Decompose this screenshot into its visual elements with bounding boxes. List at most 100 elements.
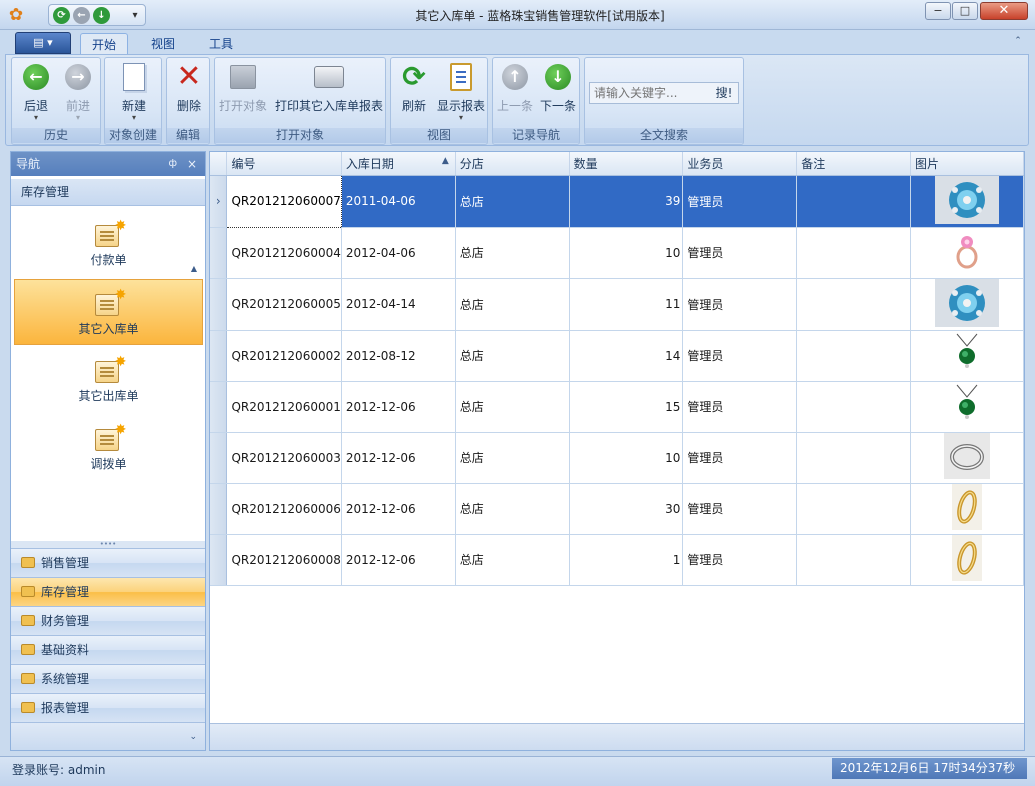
search-button[interactable]: 搜! — [712, 84, 736, 102]
download-quick-icon[interactable]: ↓ — [93, 7, 110, 24]
module-inventory[interactable]: 库存管理 — [11, 577, 205, 606]
cell-qty[interactable]: 39 — [569, 175, 684, 228]
cell-id[interactable]: QR201212060002 — [226, 330, 342, 382]
cell-qty[interactable]: 14 — [569, 330, 684, 382]
app-logo-icon[interactable]: ✿ — [6, 5, 26, 25]
table-row[interactable]: › QR201212060007 2011-04-06 总店 39 管理员 — [210, 174, 1024, 228]
column-header-note[interactable]: 备注 — [796, 152, 912, 176]
cell-date[interactable]: 2011-04-06 — [341, 175, 456, 228]
nav-item-other-inbound[interactable]: ✸ 其它入库单 — [14, 279, 203, 345]
cell-picture[interactable] — [910, 227, 1024, 279]
cell-staff[interactable]: 管理员 — [682, 483, 798, 535]
cell-id[interactable]: QR201212060003 — [226, 432, 342, 484]
table-row[interactable]: QR201212060004 2012-04-06 总店 10 管理员 — [210, 227, 1024, 279]
show-report-button[interactable]: 显示报表 ▾ — [435, 61, 487, 127]
module-basic-data[interactable]: 基础资料 — [11, 635, 205, 664]
cell-picture[interactable] — [910, 534, 1024, 586]
column-header-store[interactable]: 分店 — [455, 152, 570, 176]
customize-quick-icon[interactable]: ▾ — [129, 7, 141, 24]
tab-view[interactable]: 视图 — [140, 33, 186, 55]
column-header-id[interactable]: 编号 — [226, 152, 342, 176]
cell-store[interactable]: 总店 — [455, 278, 570, 331]
cell-note[interactable] — [796, 278, 912, 331]
cell-qty[interactable]: 1 — [569, 534, 684, 586]
cell-store[interactable]: 总店 — [455, 381, 570, 433]
nav-item-other-outbound[interactable]: ✸ 其它出库单 — [14, 347, 203, 413]
pin-icon[interactable]: ф — [168, 152, 177, 176]
cell-picture[interactable] — [910, 381, 1024, 433]
cell-staff[interactable]: 管理员 — [682, 227, 798, 279]
next-record-button[interactable]: ↓ 下一条 — [537, 61, 579, 127]
cell-staff[interactable]: 管理员 — [682, 534, 798, 586]
nav-splitter[interactable]: •••• — [11, 541, 205, 548]
cell-id[interactable]: QR201212060008 — [226, 534, 342, 586]
cell-date[interactable]: 2012-12-06 — [341, 534, 456, 586]
refresh-button[interactable]: ⟳ 刷新 — [395, 61, 433, 127]
new-button[interactable]: 新建 ▾ — [109, 61, 159, 127]
print-report-button[interactable]: 打印其它入库单报表 — [273, 61, 385, 127]
delete-button[interactable]: ✕ 删除 — [169, 61, 209, 127]
refresh-quick-icon[interactable]: ⟳ — [53, 7, 70, 24]
cell-note[interactable] — [796, 330, 912, 382]
cell-note[interactable] — [796, 432, 912, 484]
row-indicator[interactable] — [210, 278, 228, 331]
cell-id[interactable]: QR201212060004 — [226, 227, 342, 279]
cell-qty[interactable]: 11 — [569, 278, 684, 331]
cell-store[interactable]: 总店 — [455, 175, 570, 228]
cell-staff[interactable]: 管理员 — [682, 432, 798, 484]
cell-picture[interactable] — [910, 175, 1024, 228]
cell-id[interactable]: QR201212060001 — [226, 381, 342, 433]
cell-picture[interactable] — [910, 278, 1024, 331]
cell-staff[interactable]: 管理员 — [682, 330, 798, 382]
application-menu-button[interactable]: ▤ ▾ — [15, 32, 71, 54]
row-indicator[interactable] — [210, 227, 228, 279]
row-indicator[interactable] — [210, 330, 228, 382]
cell-picture[interactable] — [910, 330, 1024, 382]
row-indicator[interactable]: › — [210, 175, 228, 228]
cell-store[interactable]: 总店 — [455, 227, 570, 279]
column-header-date[interactable]: 入库日期 ▲ — [341, 152, 456, 176]
cell-store[interactable]: 总店 — [455, 432, 570, 484]
cell-picture[interactable] — [910, 483, 1024, 535]
tab-tools[interactable]: 工具 — [198, 33, 244, 55]
cell-store[interactable]: 总店 — [455, 330, 570, 382]
tab-start[interactable]: 开始 — [80, 33, 128, 55]
cell-id[interactable]: QR201212060006 — [226, 483, 342, 535]
cell-date[interactable]: 2012-08-12 — [341, 330, 456, 382]
row-indicator[interactable] — [210, 381, 228, 433]
cell-note[interactable] — [796, 534, 912, 586]
minimize-button[interactable]: − — [925, 2, 951, 20]
module-system[interactable]: 系统管理 — [11, 664, 205, 693]
close-button[interactable]: ✕ — [980, 2, 1028, 20]
cell-qty[interactable]: 15 — [569, 381, 684, 433]
cell-qty[interactable]: 10 — [569, 227, 684, 279]
module-reports[interactable]: 报表管理 — [11, 693, 205, 722]
forward-button[interactable]: → 前进 ▾ — [58, 61, 98, 127]
nav-close-icon[interactable]: × — [187, 152, 197, 176]
cell-staff[interactable]: 管理员 — [682, 381, 798, 433]
cell-store[interactable]: 总店 — [455, 483, 570, 535]
table-row[interactable]: QR201212060003 2012-12-06 总店 10 管理员 — [210, 432, 1024, 484]
cell-qty[interactable]: 30 — [569, 483, 684, 535]
back-quick-icon[interactable]: ← — [73, 7, 90, 24]
cell-date[interactable]: 2012-04-14 — [341, 278, 456, 331]
nav-overflow-chevron-icon[interactable]: ⌄ — [11, 722, 205, 750]
open-object-button[interactable]: 打开对象 — [217, 61, 269, 127]
row-indicator[interactable] — [210, 432, 228, 484]
cell-store[interactable]: 总店 — [455, 534, 570, 586]
prev-record-button[interactable]: ↑ 上一条 — [495, 61, 535, 127]
table-row[interactable]: QR201212060005 2012-04-14 总店 11 管理员 — [210, 278, 1024, 331]
table-row[interactable]: QR201212060001 2012-12-06 总店 15 管理员 — [210, 381, 1024, 433]
cell-staff[interactable]: 管理员 — [682, 278, 798, 331]
column-header-picture[interactable]: 图片 — [910, 152, 1024, 176]
cell-date[interactable]: 2012-12-06 — [341, 483, 456, 535]
module-finance[interactable]: 财务管理 — [11, 606, 205, 635]
cell-note[interactable] — [796, 175, 912, 228]
cell-note[interactable] — [796, 381, 912, 433]
cell-staff[interactable]: 管理员 — [682, 175, 798, 228]
nav-item-transfer[interactable]: ✸ 调拨单 — [14, 415, 203, 481]
maximize-button[interactable]: □ — [952, 2, 978, 20]
column-header-staff[interactable]: 业务员 — [682, 152, 798, 176]
row-indicator[interactable] — [210, 483, 228, 535]
cell-note[interactable] — [796, 227, 912, 279]
